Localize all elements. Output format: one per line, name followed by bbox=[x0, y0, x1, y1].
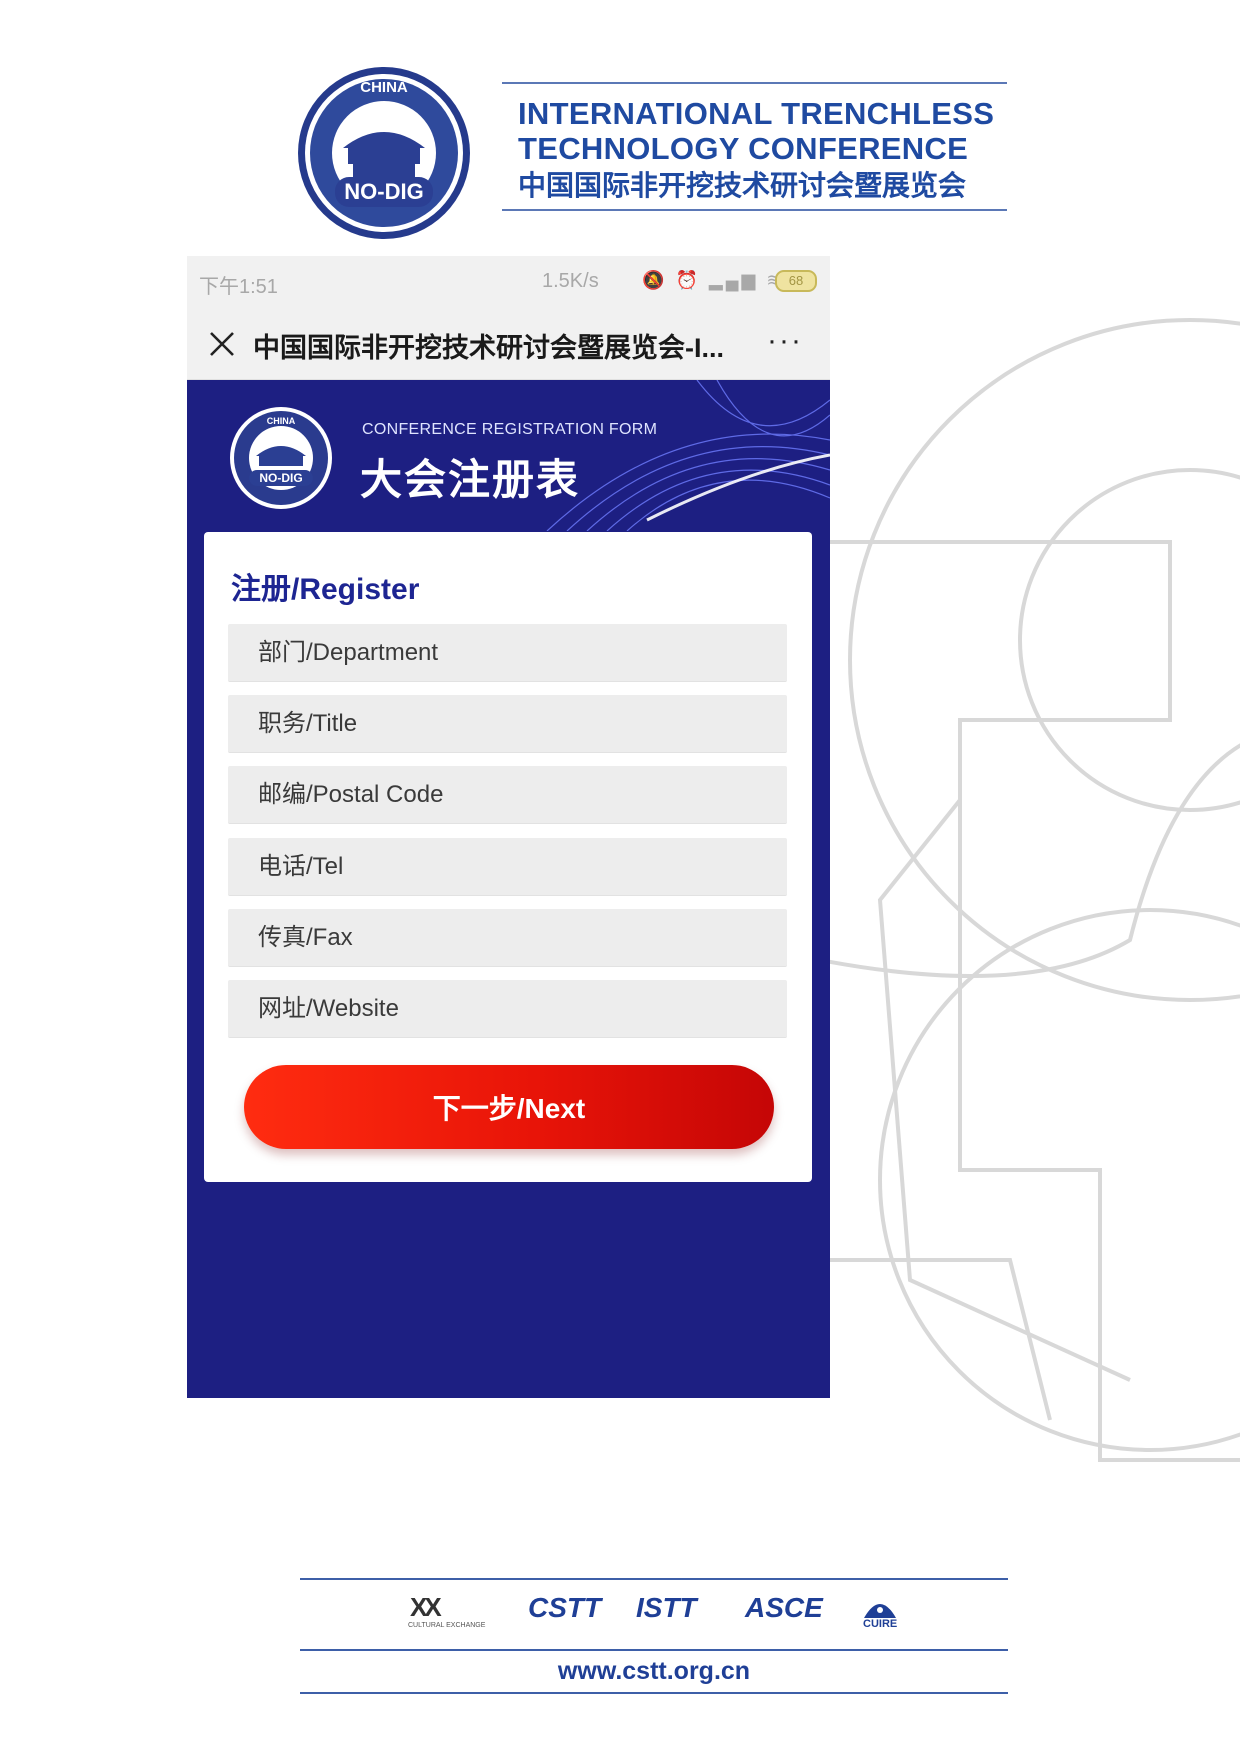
sponsor-logo-asce: ASCE bbox=[745, 1592, 823, 1623]
banner-subtitle: CONFERENCE REGISTRATION FORM bbox=[362, 421, 658, 438]
sponsor-logo-xx: XX bbox=[410, 1592, 442, 1622]
status-icons: 🔕 ⏰ ▂▄▆ ≋ bbox=[642, 270, 784, 291]
footer-rule-top bbox=[300, 1578, 1008, 1580]
close-icon[interactable] bbox=[207, 329, 237, 359]
website-field[interactable] bbox=[228, 980, 787, 1038]
footer-rule-bottom bbox=[300, 1692, 1008, 1694]
phone-screenshot: 下午1:51 1.5K/s 🔕 ⏰ ▂▄▆ ≋ 68 中国国际非开挖技术研讨会暨… bbox=[187, 256, 830, 1398]
mute-icon: 🔕 bbox=[642, 270, 668, 290]
status-bar: 下午1:51 1.5K/s 🔕 ⏰ ▂▄▆ ≋ 68 bbox=[187, 256, 830, 306]
next-button[interactable]: 下一步/Next bbox=[244, 1065, 774, 1149]
battery-icon: 68 bbox=[775, 270, 817, 292]
logo-china-text: CHINA bbox=[360, 79, 408, 96]
status-speed: 1.5K/s bbox=[542, 270, 599, 292]
footer-rule-middle bbox=[300, 1649, 1008, 1651]
banner-logo: NO-DIG CHINA bbox=[230, 407, 332, 509]
cuire-dome-icon bbox=[864, 1604, 896, 1618]
fax-field[interactable] bbox=[228, 909, 787, 967]
webview-navbar: 中国国际非开挖技术研讨会暨展览会-I... ··· bbox=[187, 306, 830, 380]
header-title-cn: 中国国际非开挖技术研讨会暨展览会 bbox=[518, 170, 967, 201]
sponsor-logo-cstt: CSTT bbox=[528, 1592, 602, 1623]
banner-logo-china-text: CHINA bbox=[267, 416, 296, 426]
postal-code-field[interactable] bbox=[228, 766, 787, 824]
signal-icon: ▂▄▆ bbox=[708, 270, 759, 290]
banner-logo-nodig-text: NO-DIG bbox=[259, 471, 302, 485]
sponsor-logo-cuire: CUIRE bbox=[863, 1618, 898, 1630]
sponsor-logo-xx-caption: CULTURAL EXCHANGE bbox=[408, 1622, 486, 1629]
alarm-icon: ⏰ bbox=[675, 270, 701, 290]
title-field[interactable] bbox=[228, 695, 787, 753]
header-rule-bottom bbox=[502, 209, 1007, 211]
logo-nodig-text: NO-DIG bbox=[344, 179, 423, 204]
footer-url[interactable]: www.cstt.org.cn bbox=[300, 1657, 1008, 1686]
registration-banner: NO-DIG CHINA CONFERENCE REGISTRATION FOR… bbox=[187, 380, 830, 531]
banner-title: 大会注册表 bbox=[360, 456, 581, 503]
form-heading: 注册/Register bbox=[231, 573, 420, 606]
department-field[interactable] bbox=[228, 624, 787, 682]
header-title-en-line2: TECHNOLOGY CONFERENCE bbox=[518, 131, 969, 166]
header-title-en-line1: INTERNATIONAL TRENCHLESS bbox=[518, 96, 995, 131]
status-time: 下午1:51 bbox=[199, 276, 278, 298]
nodig-logo: NO-DIG CHINA bbox=[298, 67, 470, 239]
sponsor-logo-istt: ISTT bbox=[636, 1592, 697, 1623]
page-title: 中国国际非开挖技术研讨会暨展览会-I... bbox=[253, 333, 724, 363]
header-rule-top bbox=[502, 82, 1007, 84]
tel-field[interactable] bbox=[228, 838, 787, 896]
more-options-icon[interactable]: ··· bbox=[767, 324, 803, 358]
background-decoration bbox=[830, 318, 1240, 1462]
registration-form: 注册/Register 下一步/Next bbox=[204, 532, 812, 1182]
